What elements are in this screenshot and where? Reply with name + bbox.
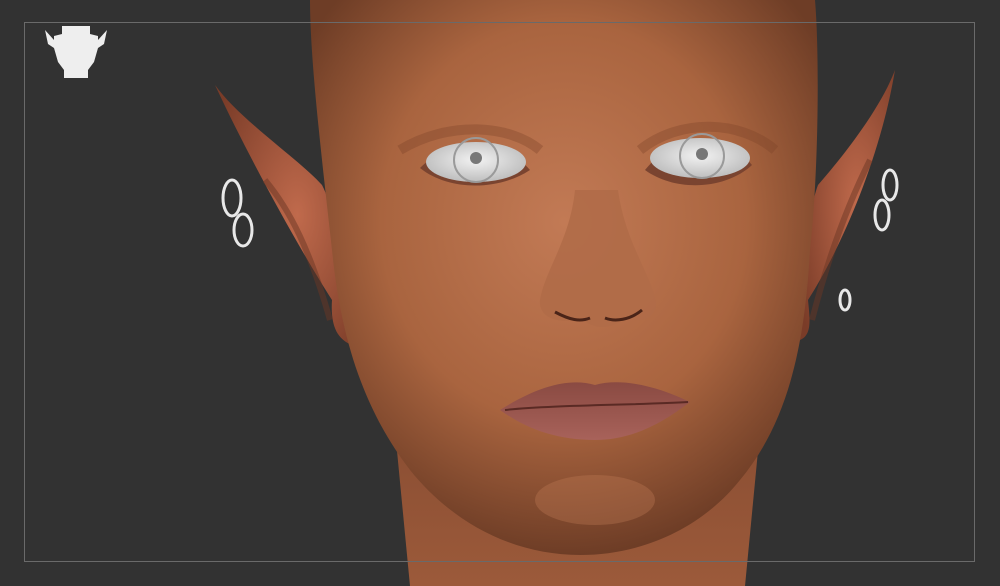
left-earrings bbox=[221, 178, 254, 248]
sculpt-model[interactable] bbox=[0, 0, 1000, 586]
head-silhouette-icon[interactable] bbox=[42, 22, 110, 80]
viewport-canvas[interactable] bbox=[0, 0, 1000, 586]
